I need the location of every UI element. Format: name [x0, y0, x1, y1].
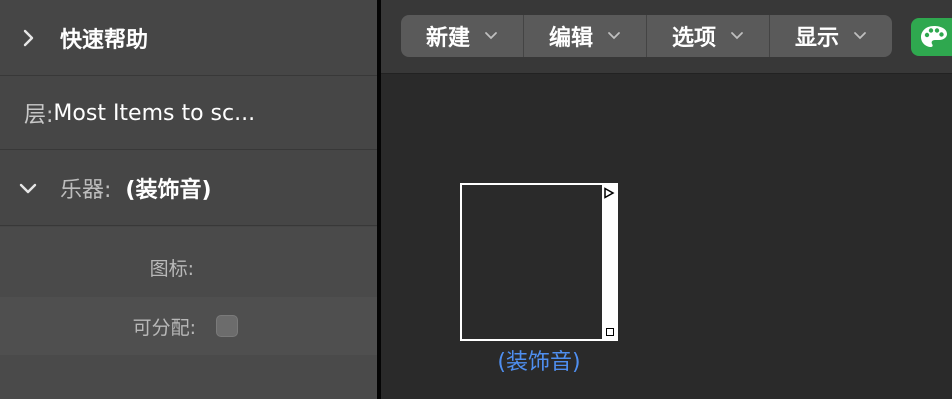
instrument-header[interactable]: 乐器: (装饰音) [0, 151, 377, 226]
assignable-checkbox[interactable] [216, 315, 238, 337]
chevron-down-icon [854, 32, 866, 40]
edit-menu-label: 编辑 [548, 26, 593, 51]
chevron-down-icon [731, 32, 743, 40]
chevron-right-icon[interactable] [18, 28, 38, 48]
resize-handle[interactable] [606, 328, 614, 336]
options-menu-label: 选项 [671, 26, 716, 51]
environment-editor: 新建 编辑 选项 显示 (装饰音) [381, 0, 952, 399]
layer-label: 层: [24, 103, 54, 128]
inspector-panel: 快速帮助 层: Most Items to sc... 乐器: (装饰音) 图标… [0, 0, 377, 399]
new-menu-label: 新建 [425, 26, 470, 51]
instrument-properties: 图标: 可分配: [0, 227, 377, 399]
options-menu-button[interactable]: 选项 [647, 15, 770, 57]
menu-button-group: 新建 编辑 选项 显示 [401, 15, 892, 57]
assignable-property-label: 可分配: [132, 316, 196, 339]
chevron-down-icon[interactable] [18, 178, 38, 198]
instrument-object[interactable] [460, 183, 618, 341]
instrument-label: 乐器: [60, 178, 112, 203]
layer-value[interactable]: Most Items to sc... [53, 101, 255, 126]
palette-icon [921, 26, 947, 47]
instrument-name: (装饰音) [125, 178, 212, 203]
instrument-object-label[interactable]: (装饰音) [460, 344, 618, 376]
chevron-down-icon [485, 32, 497, 40]
icon-property-row: 图标: [0, 239, 377, 295]
chevron-down-icon [608, 32, 620, 40]
view-menu-button[interactable]: 显示 [770, 15, 892, 57]
object-side-strip [602, 185, 616, 339]
new-menu-button[interactable]: 新建 [401, 15, 524, 57]
output-port-icon[interactable] [603, 187, 615, 199]
quick-help-header[interactable]: 快速帮助 [0, 0, 377, 76]
icon-property-label: 图标: [149, 257, 194, 280]
layer-row[interactable]: 层: Most Items to sc... [0, 77, 377, 150]
assignable-property-row: 可分配: [0, 297, 377, 355]
editor-toolbar: 新建 编辑 选项 显示 [381, 0, 952, 74]
quick-help-title: 快速帮助 [60, 27, 149, 53]
view-menu-label: 显示 [794, 26, 839, 51]
palette-button[interactable] [911, 18, 952, 56]
edit-menu-button[interactable]: 编辑 [524, 15, 647, 57]
